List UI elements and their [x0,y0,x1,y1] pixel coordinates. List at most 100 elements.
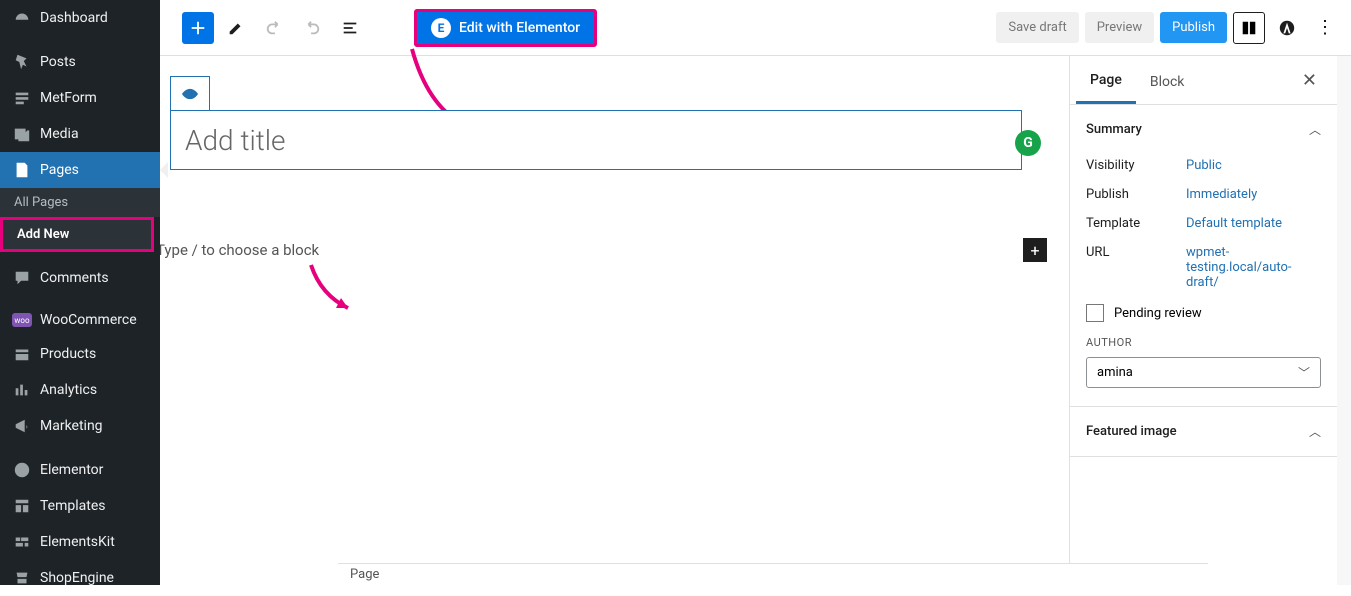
sidebar-item-dashboard[interactable]: Dashboard [0,0,160,36]
sidebar-item-pages[interactable]: Pages [0,152,160,188]
save-draft-button[interactable]: Save draft [996,12,1078,43]
url-value[interactable]: wpmet-testing.local/auto-draft/ [1186,245,1321,290]
pending-review-checkbox[interactable] [1086,304,1104,322]
template-value[interactable]: Default template [1186,216,1321,231]
sidebar-item-media[interactable]: Media [0,116,160,152]
breadcrumb-bar: Page [338,563,1208,585]
astra-icon[interactable] [1271,12,1303,44]
sidebar-sub-add-new[interactable]: Add New [0,217,154,252]
sidebar-item-products[interactable]: Products [0,336,160,372]
admin-sidebar: Dashboard Posts MetForm Media Pages All … [0,0,160,585]
grammarly-icon[interactable]: G [1015,130,1041,156]
chevron-up-icon: ︿ [1309,121,1321,138]
templates-icon [12,496,32,516]
sidebar-item-comments[interactable]: Comments [0,260,160,296]
settings-panel: Page Block ✕ Summary ︿ VisibilityPublic … [1069,56,1351,585]
sidebar-item-woocommerce[interactable]: woo WooCommerce [0,304,160,336]
sidebar-item-shopengine[interactable]: ShopEngine [0,560,160,596]
toolbar-right: Save draft Preview Publish ⋮ [996,12,1341,44]
megaphone-icon [12,416,32,436]
section-title: Featured image [1086,424,1177,439]
more-options-button[interactable]: ⋮ [1309,12,1341,44]
author-select[interactable]: amina ﹀ [1086,357,1321,388]
gauge-icon [12,8,32,28]
tab-block[interactable]: Block [1136,58,1199,103]
sidebar-sub-all-pages[interactable]: All Pages [0,188,160,217]
shop-icon [12,568,32,588]
url-label: URL [1086,245,1186,260]
block-prompt[interactable]: Type / to choose a block + [170,238,1059,262]
summary-toggle[interactable]: Summary ︿ [1070,105,1337,154]
publish-label: Publish [1086,187,1186,202]
outline-button[interactable] [334,12,366,44]
preview-button[interactable]: Preview [1085,12,1154,43]
settings-toggle-button[interactable] [1233,12,1265,44]
sidebar-item-label: WooCommerce [40,312,137,328]
undo-button[interactable] [258,12,290,44]
visibility-toggle-button[interactable] [170,76,210,110]
main-area: E Edit with Elementor Save draft Preview… [160,0,1351,585]
woo-icon: woo [12,313,32,327]
chart-icon [12,380,32,400]
sidebar-item-label: Products [40,346,96,362]
elementor-button-label: Edit with Elementor [459,20,580,36]
sidebar-item-marketing[interactable]: Marketing [0,408,160,444]
pending-review-label: Pending review [1114,306,1202,321]
kit-icon [12,532,32,552]
author-label: AUTHOR [1086,336,1321,349]
redo-button[interactable] [296,12,328,44]
editor-toolbar: E Edit with Elementor Save draft Preview… [160,0,1351,56]
sidebar-item-analytics[interactable]: Analytics [0,372,160,408]
block-prompt-text: Type / to choose a block [160,241,319,259]
summary-section: Summary ︿ VisibilityPublic PublishImmedi… [1070,105,1337,407]
chevron-up-icon: ︿ [1309,423,1321,440]
close-panel-button[interactable]: ✕ [1288,62,1331,99]
sidebar-item-label: Comments [40,270,109,286]
sidebar-item-label: Media [40,126,79,142]
sidebar-item-metform[interactable]: MetForm [0,80,160,116]
publish-button[interactable]: Publish [1160,12,1227,43]
sidebar-item-label: Dashboard [40,10,108,26]
product-icon [12,344,32,364]
sidebar-item-label: Elementor [40,462,103,478]
publish-value[interactable]: Immediately [1186,187,1321,202]
editor-canvas: G Type / to choose a block + [160,56,1069,585]
sidebar-item-label: ShopEngine [40,570,114,586]
sidebar-item-templates[interactable]: Templates [0,488,160,524]
chevron-down-icon: ﹀ [1298,364,1310,381]
section-title: Summary [1086,122,1142,137]
sidebar-item-label: Analytics [40,382,97,398]
page-title-input[interactable] [170,110,1022,170]
settings-tabs: Page Block ✕ [1070,56,1337,105]
sidebar-item-label: Posts [40,54,76,70]
sidebar-item-label: Marketing [40,418,103,434]
edit-with-elementor-button[interactable]: E Edit with Elementor [414,9,597,47]
media-icon [12,124,32,144]
page-icon [12,160,32,180]
featured-image-toggle[interactable]: Featured image ︿ [1070,407,1337,456]
title-block: G [170,76,1059,170]
elementor-icon [12,460,32,480]
sidebar-item-label: MetForm [40,90,97,106]
add-block-inline-button[interactable]: + [1023,238,1047,262]
featured-image-section: Featured image ︿ [1070,407,1337,457]
tab-page[interactable]: Page [1076,56,1136,104]
visibility-label: Visibility [1086,158,1186,173]
edit-tool-button[interactable] [220,12,252,44]
sidebar-item-elementor[interactable]: Elementor [0,452,160,488]
form-icon [12,88,32,108]
author-value: amina [1097,365,1133,380]
sidebar-item-label: Templates [40,498,106,514]
pin-icon [12,52,32,72]
elementor-logo-icon: E [431,18,451,38]
sidebar-item-posts[interactable]: Posts [0,44,160,80]
template-label: Template [1086,216,1186,231]
annotation-arrow-icon [306,260,366,320]
sidebar-item-label: Pages [40,162,79,178]
comment-icon [12,268,32,288]
sidebar-item-elementskit[interactable]: ElementsKit [0,524,160,560]
add-block-button[interactable] [182,12,214,44]
breadcrumb-item[interactable]: Page [350,567,379,582]
sidebar-item-label: ElementsKit [40,534,115,550]
visibility-value[interactable]: Public [1186,158,1321,173]
